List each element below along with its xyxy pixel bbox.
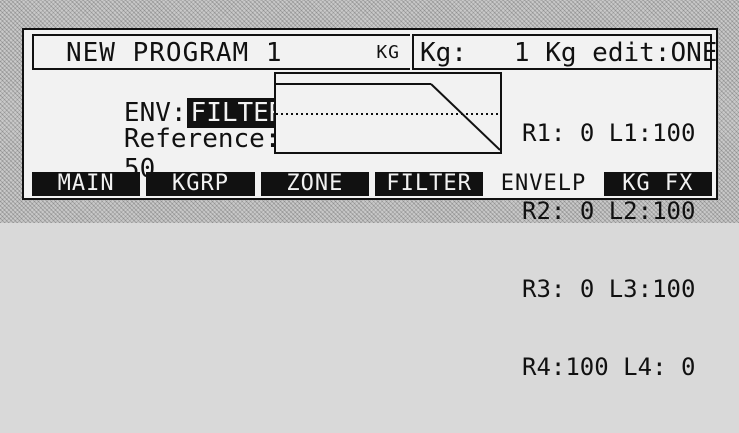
program-title: NEW PROGRAM 1 [66,38,283,68]
r2-value[interactable]: 0 [580,197,594,225]
l2-label: L2: [608,197,653,225]
l2-value[interactable]: 100 [652,197,695,225]
device-bezel: NEW PROGRAM 1 KG Kg: 1 Kg edit:ONE ENV: F… [0,0,739,380]
kg-tag: KG [376,42,400,63]
softkey-main[interactable]: MAIN [32,172,141,196]
r2-label: R2: [522,197,566,225]
l1-value[interactable]: 100 [652,119,695,147]
l4-value[interactable]: 0 [681,353,695,381]
envelope-graph [274,72,502,154]
l4-label: L4: [623,353,667,381]
keygroup-info-box: Kg: 1 Kg edit:ONE [412,34,717,70]
softkey-kgrp[interactable]: KGRP [146,172,255,196]
softkey-kg-fx[interactable]: KG FX [603,172,712,196]
r4-value[interactable]: 100 [565,353,608,381]
param-row-1: R1: 0 L1:100 [522,120,695,146]
l3-label: L3: [608,275,653,303]
l1-label: L1: [608,119,653,147]
r4-label: R4: [522,353,566,381]
keygroup-info: Kg: 1 Kg edit:ONE [420,38,718,68]
l3-value[interactable]: 100 [652,275,695,303]
program-title-box: NEW PROGRAM 1 KG [32,34,410,70]
reference-label: Reference: [123,124,281,154]
r1-label: R1: [522,119,566,147]
softkey-zone[interactable]: ZONE [260,172,369,196]
reference-row: Reference: 50 [30,94,281,214]
lcd-screen: NEW PROGRAM 1 KG Kg: 1 Kg edit:ONE ENV: F… [22,28,718,380]
softkey-filter[interactable]: FILTER [374,172,484,196]
envelope-release-line [430,83,501,151]
envelope-graph-svg [276,83,501,151]
param-row-4: R4:100 L4: 0 [522,354,695,380]
param-row-3: R3: 0 L3:100 [522,276,695,302]
envelope-params: R1: 0 L1:100 R2: 0 L2:100 R3: 0 L3:100 R… [522,68,695,432]
softkey-bar: MAIN KGRP ZONE FILTER ENVELP KG FX [32,172,712,196]
r3-value[interactable]: 0 [580,275,594,303]
r1-value[interactable]: 0 [580,119,594,147]
param-row-2: R2: 0 L2:100 [522,198,695,224]
softkey-envelp[interactable]: ENVELP [489,172,598,196]
r3-label: R3: [522,275,566,303]
